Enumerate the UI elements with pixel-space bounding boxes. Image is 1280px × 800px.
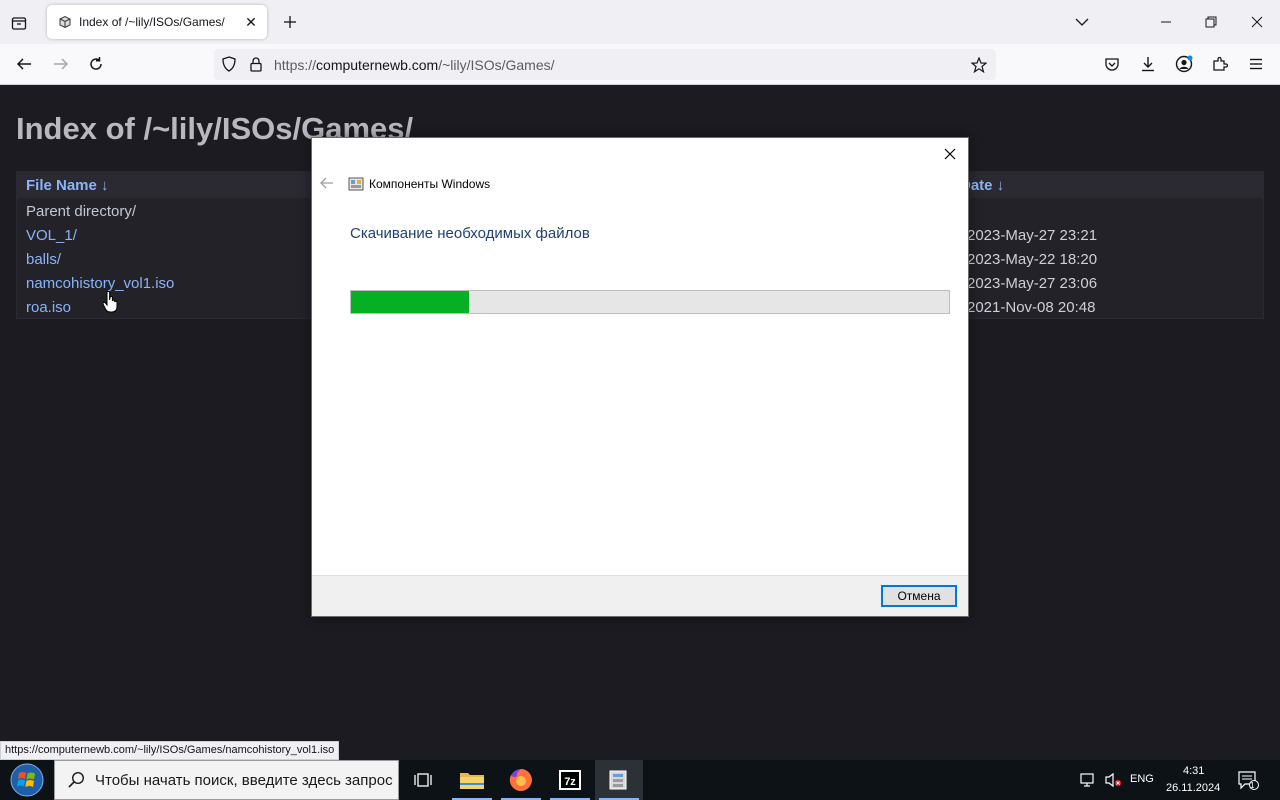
minimize-icon[interactable] xyxy=(1156,12,1176,32)
new-tab-icon[interactable] xyxy=(280,12,300,32)
parent-directory-link[interactable]: Parent directory/ xyxy=(26,203,136,220)
windows-taskbar: Чтобы начать поиск, введите здесь запрос… xyxy=(0,760,1280,800)
file-date: 2023-May-27 23:21 xyxy=(967,227,1098,244)
list-all-tabs-chevron-icon[interactable] xyxy=(1072,12,1092,32)
notification-count: 1 xyxy=(1250,781,1255,790)
site-favicon-icon xyxy=(57,14,73,30)
forward-icon[interactable] xyxy=(50,53,72,75)
reload-icon[interactable] xyxy=(85,53,107,75)
task-view-icon xyxy=(414,773,432,787)
url-text[interactable]: https://computernewb.com/~lily/ISOs/Game… xyxy=(274,57,555,73)
tab-close-icon[interactable]: ✕ xyxy=(243,14,259,30)
search-placeholder: Чтобы начать поиск, введите здесь запрос xyxy=(95,771,393,789)
url-scheme: https:// xyxy=(274,57,317,73)
table-row: Parent directory/ xyxy=(26,203,136,220)
action-center-icon[interactable]: 1 xyxy=(1236,768,1260,792)
file-date: 2023-May-22 18:20 xyxy=(967,251,1098,268)
bookmark-star-icon[interactable] xyxy=(970,56,988,74)
table-row: VOL_1/ xyxy=(26,227,77,244)
dialog-title: Компоненты Windows xyxy=(369,177,491,191)
hand-cursor-icon xyxy=(102,291,118,313)
clock-date[interactable]: 26.11.2024 xyxy=(1166,782,1220,794)
start-button[interactable] xyxy=(2,760,52,800)
downloads-icon[interactable] xyxy=(1137,53,1159,75)
clock-time[interactable]: 4:31 xyxy=(1183,765,1204,777)
progress-bar-fill xyxy=(351,291,470,313)
taskbar-file-explorer[interactable] xyxy=(448,760,496,800)
taskbar-7zip[interactable]: 7z xyxy=(546,760,594,800)
sort-by-name-header[interactable]: File Name ↓ xyxy=(26,177,109,194)
windows-start-orb-icon xyxy=(10,763,44,797)
task-view-button[interactable] xyxy=(399,760,447,800)
volume-muted-icon[interactable] xyxy=(1102,770,1124,790)
tracking-protection-shield-icon[interactable] xyxy=(221,56,237,72)
link-status-bar: https://computernewb.com/~lily/ISOs/Game… xyxy=(0,741,340,760)
account-icon[interactable] xyxy=(1173,53,1195,75)
file-link[interactable]: namcohistory_vol1.iso xyxy=(26,275,174,292)
tab-list-icon[interactable] xyxy=(8,12,30,34)
file-date: 2021-Nov-08 20:48 xyxy=(967,299,1096,316)
file-link[interactable]: balls/ xyxy=(26,251,61,268)
firefox-icon xyxy=(509,769,532,791)
file-date: 2023-May-27 23:06 xyxy=(967,275,1098,292)
taskbar-firefox[interactable] xyxy=(497,760,545,800)
dialog-footer: Отмена xyxy=(312,575,968,616)
url-domain: computernewb.com xyxy=(316,57,439,73)
dialog-status-heading: Скачивание необходимых файлов xyxy=(350,225,590,242)
browser-tab-active[interactable]: Index of /~lily/ISOs/Games/ ✕ xyxy=(47,5,267,39)
taskbar-windows-features[interactable] xyxy=(595,760,643,800)
pocket-icon[interactable] xyxy=(1101,53,1123,75)
search-icon xyxy=(68,771,85,788)
address-bar[interactable]: https://computernewb.com/~lily/ISOs/Game… xyxy=(214,49,996,80)
windows-features-icon xyxy=(348,177,364,191)
input-language-indicator[interactable]: ENG xyxy=(1130,773,1154,785)
dialog-close-icon[interactable] xyxy=(938,142,962,166)
download-progress-bar xyxy=(350,290,950,314)
table-row: balls/ xyxy=(26,251,61,268)
window-close-icon[interactable] xyxy=(1247,12,1267,32)
url-path: /~lily/ISOs/Games/ xyxy=(438,57,555,73)
back-icon[interactable] xyxy=(13,53,35,75)
navigation-toolbar: https://computernewb.com/~lily/ISOs/Game… xyxy=(0,44,1280,85)
lock-icon[interactable] xyxy=(248,56,264,72)
windows-features-dialog: Компоненты Windows Скачивание необходимы… xyxy=(311,137,969,617)
file-link[interactable]: VOL_1/ xyxy=(26,227,77,244)
7zip-icon: 7z xyxy=(559,770,581,790)
file-link[interactable]: roa.iso xyxy=(26,299,71,316)
windows-features-icon xyxy=(609,770,627,790)
restore-icon[interactable] xyxy=(1201,12,1221,32)
tab-title: Index of /~lily/ISOs/Games/ xyxy=(79,15,225,29)
cancel-button[interactable]: Отмена xyxy=(881,585,957,607)
taskbar-search-box[interactable]: Чтобы начать поиск, введите здесь запрос xyxy=(54,760,399,800)
tab-bar: Index of /~lily/ISOs/Games/ ✕ xyxy=(0,0,1280,44)
svg-text:7z: 7z xyxy=(564,776,576,788)
app-menu-hamburger-icon[interactable] xyxy=(1245,53,1267,75)
table-row: namcohistory_vol1.iso xyxy=(26,275,174,292)
table-row: roa.iso xyxy=(26,299,71,316)
file-explorer-icon xyxy=(460,773,484,789)
network-disconnected-icon[interactable] xyxy=(1078,770,1100,790)
extensions-puzzle-icon[interactable] xyxy=(1209,53,1231,75)
dialog-back-arrow-icon[interactable] xyxy=(319,175,335,191)
